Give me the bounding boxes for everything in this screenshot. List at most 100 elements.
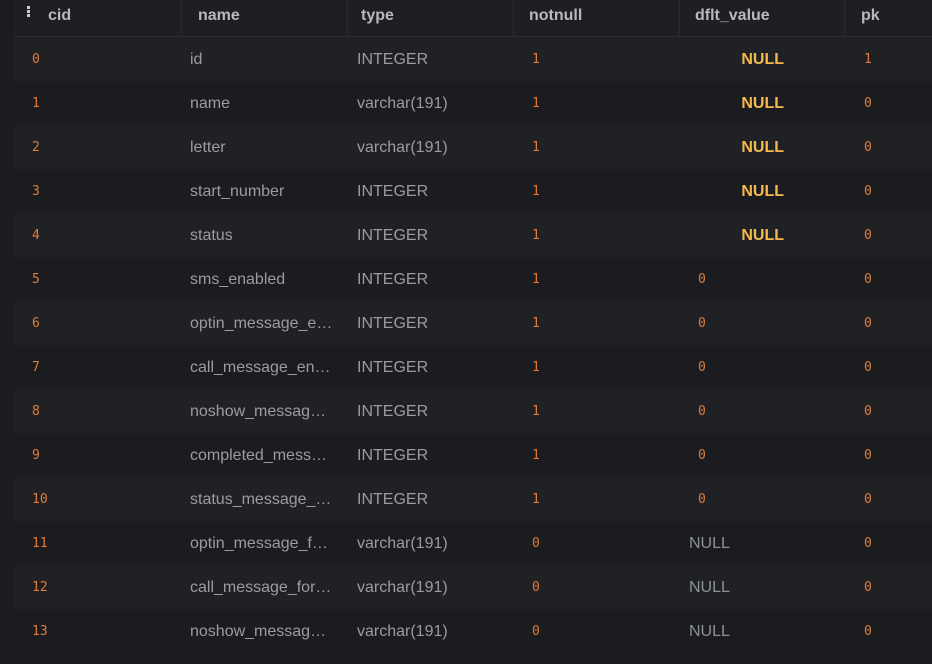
column-header-name[interactable]: name bbox=[182, 0, 348, 36]
table-row[interactable]: 11 optin_message_f… varchar(191) 0 NULL 0 bbox=[14, 521, 932, 565]
cell-name[interactable]: letter bbox=[190, 125, 336, 169]
table-row[interactable]: 2 letter varchar(191) 1 NULL 0 bbox=[14, 125, 932, 169]
cell-cid[interactable]: 0 bbox=[32, 37, 172, 81]
cell-dflt-value[interactable]: 0 bbox=[698, 345, 838, 389]
cell-cid[interactable]: 13 bbox=[32, 609, 172, 653]
cell-name[interactable]: noshow_messag… bbox=[190, 609, 336, 653]
cell-name[interactable]: id bbox=[190, 37, 336, 81]
table-row[interactable]: 5 sms_enabled INTEGER 1 0 0 bbox=[14, 257, 932, 301]
column-header-cid[interactable]: cid bbox=[14, 0, 182, 36]
cell-pk[interactable]: 0 bbox=[864, 477, 924, 521]
cell-notnull[interactable]: 1 bbox=[532, 433, 672, 477]
cell-cid[interactable]: 7 bbox=[32, 345, 172, 389]
cell-type[interactable]: varchar(191) bbox=[357, 81, 507, 125]
cell-notnull[interactable]: 1 bbox=[532, 301, 672, 345]
cell-dflt-value[interactable]: NULL bbox=[689, 565, 829, 609]
cell-type[interactable]: varchar(191) bbox=[357, 521, 507, 565]
cell-dflt-value[interactable]: NULL bbox=[689, 521, 829, 565]
cell-notnull[interactable]: 1 bbox=[532, 477, 672, 521]
cell-pk[interactable]: 0 bbox=[864, 125, 924, 169]
cell-notnull[interactable]: 1 bbox=[532, 257, 672, 301]
table-row[interactable]: 3 start_number INTEGER 1 NULL 0 bbox=[14, 169, 932, 213]
cell-dflt-value[interactable]: 0 bbox=[698, 433, 838, 477]
cell-dflt-value[interactable]: 0 bbox=[698, 301, 838, 345]
cell-name[interactable]: optin_message_f… bbox=[190, 521, 336, 565]
cell-name[interactable]: optin_message_e… bbox=[190, 301, 336, 345]
cell-name[interactable]: status bbox=[190, 213, 336, 257]
cell-name[interactable]: sms_enabled bbox=[190, 257, 336, 301]
cell-cid[interactable]: 3 bbox=[32, 169, 172, 213]
cell-type[interactable]: INTEGER bbox=[357, 345, 507, 389]
cell-cid[interactable]: 8 bbox=[32, 389, 172, 433]
cell-notnull[interactable]: 1 bbox=[532, 125, 672, 169]
cell-type[interactable]: INTEGER bbox=[357, 37, 507, 81]
cell-notnull[interactable]: 0 bbox=[532, 565, 672, 609]
cell-cid[interactable]: 1 bbox=[32, 81, 172, 125]
menu-dots-icon[interactable] bbox=[27, 6, 31, 18]
cell-dflt-value[interactable]: NULL bbox=[696, 169, 784, 213]
column-header-type[interactable]: type bbox=[348, 0, 514, 36]
cell-type[interactable]: INTEGER bbox=[357, 213, 507, 257]
column-header-pk[interactable]: pk bbox=[845, 0, 932, 36]
cell-notnull[interactable]: 1 bbox=[532, 169, 672, 213]
cell-pk[interactable]: 0 bbox=[864, 565, 924, 609]
table-row[interactable]: 13 noshow_messag… varchar(191) 0 NULL 0 bbox=[14, 609, 932, 653]
cell-pk[interactable]: 0 bbox=[864, 213, 924, 257]
cell-notnull[interactable]: 1 bbox=[532, 213, 672, 257]
cell-dflt-value[interactable]: NULL bbox=[696, 125, 784, 169]
cell-notnull[interactable]: 1 bbox=[532, 389, 672, 433]
cell-pk[interactable]: 0 bbox=[864, 257, 924, 301]
cell-cid[interactable]: 10 bbox=[32, 477, 172, 521]
table-row[interactable]: 9 completed_mess… INTEGER 1 0 0 bbox=[14, 433, 932, 477]
cell-name[interactable]: call_message_en… bbox=[190, 345, 336, 389]
cell-name[interactable]: status_message_… bbox=[190, 477, 336, 521]
cell-name[interactable]: start_number bbox=[190, 169, 336, 213]
cell-cid[interactable]: 5 bbox=[32, 257, 172, 301]
cell-type[interactable]: varchar(191) bbox=[357, 125, 507, 169]
cell-type[interactable]: INTEGER bbox=[357, 433, 507, 477]
cell-type[interactable]: INTEGER bbox=[357, 257, 507, 301]
cell-pk[interactable]: 0 bbox=[864, 81, 924, 125]
cell-type[interactable]: INTEGER bbox=[357, 301, 507, 345]
cell-pk[interactable]: 0 bbox=[864, 433, 924, 477]
column-header-dflt-value[interactable]: dflt_value bbox=[680, 0, 845, 36]
cell-cid[interactable]: 11 bbox=[32, 521, 172, 565]
table-row[interactable]: 7 call_message_en… INTEGER 1 0 0 bbox=[14, 345, 932, 389]
cell-type[interactable]: varchar(191) bbox=[357, 609, 507, 653]
cell-name[interactable]: call_message_for… bbox=[190, 565, 336, 609]
cell-dflt-value[interactable]: NULL bbox=[696, 37, 784, 81]
cell-pk[interactable]: 0 bbox=[864, 345, 924, 389]
table-row[interactable]: 8 noshow_messag… INTEGER 1 0 0 bbox=[14, 389, 932, 433]
cell-dflt-value[interactable]: 0 bbox=[698, 477, 838, 521]
cell-notnull[interactable]: 1 bbox=[532, 81, 672, 125]
cell-notnull[interactable]: 1 bbox=[532, 37, 672, 81]
cell-name[interactable]: noshow_messag… bbox=[190, 389, 336, 433]
cell-name[interactable]: completed_mess… bbox=[190, 433, 336, 477]
table-row[interactable]: 1 name varchar(191) 1 NULL 0 bbox=[14, 81, 932, 125]
cell-notnull[interactable]: 1 bbox=[532, 345, 672, 389]
cell-notnull[interactable]: 0 bbox=[532, 609, 672, 653]
cell-dflt-value[interactable]: NULL bbox=[696, 213, 784, 257]
cell-type[interactable]: INTEGER bbox=[357, 169, 507, 213]
cell-name[interactable]: name bbox=[190, 81, 336, 125]
table-row[interactable]: 12 call_message_for… varchar(191) 0 NULL 0 bbox=[14, 565, 932, 609]
cell-cid[interactable]: 6 bbox=[32, 301, 172, 345]
table-row[interactable]: 0 id INTEGER 1 NULL 1 bbox=[14, 37, 932, 81]
cell-pk[interactable]: 0 bbox=[864, 301, 924, 345]
cell-dflt-value[interactable]: NULL bbox=[696, 81, 784, 125]
cell-cid[interactable]: 2 bbox=[32, 125, 172, 169]
cell-dflt-value[interactable]: 0 bbox=[698, 389, 838, 433]
cell-notnull[interactable]: 0 bbox=[532, 521, 672, 565]
cell-type[interactable]: INTEGER bbox=[357, 389, 507, 433]
cell-type[interactable]: INTEGER bbox=[357, 477, 507, 521]
cell-pk[interactable]: 0 bbox=[864, 389, 924, 433]
cell-cid[interactable]: 4 bbox=[32, 213, 172, 257]
cell-pk[interactable]: 1 bbox=[864, 37, 924, 81]
table-row[interactable]: 6 optin_message_e… INTEGER 1 0 0 bbox=[14, 301, 932, 345]
cell-cid[interactable]: 9 bbox=[32, 433, 172, 477]
column-header-notnull[interactable]: notnull bbox=[514, 0, 680, 36]
cell-pk[interactable]: 0 bbox=[864, 609, 924, 653]
table-row[interactable]: 4 status INTEGER 1 NULL 0 bbox=[14, 213, 932, 257]
cell-pk[interactable]: 0 bbox=[864, 169, 924, 213]
cell-cid[interactable]: 12 bbox=[32, 565, 172, 609]
